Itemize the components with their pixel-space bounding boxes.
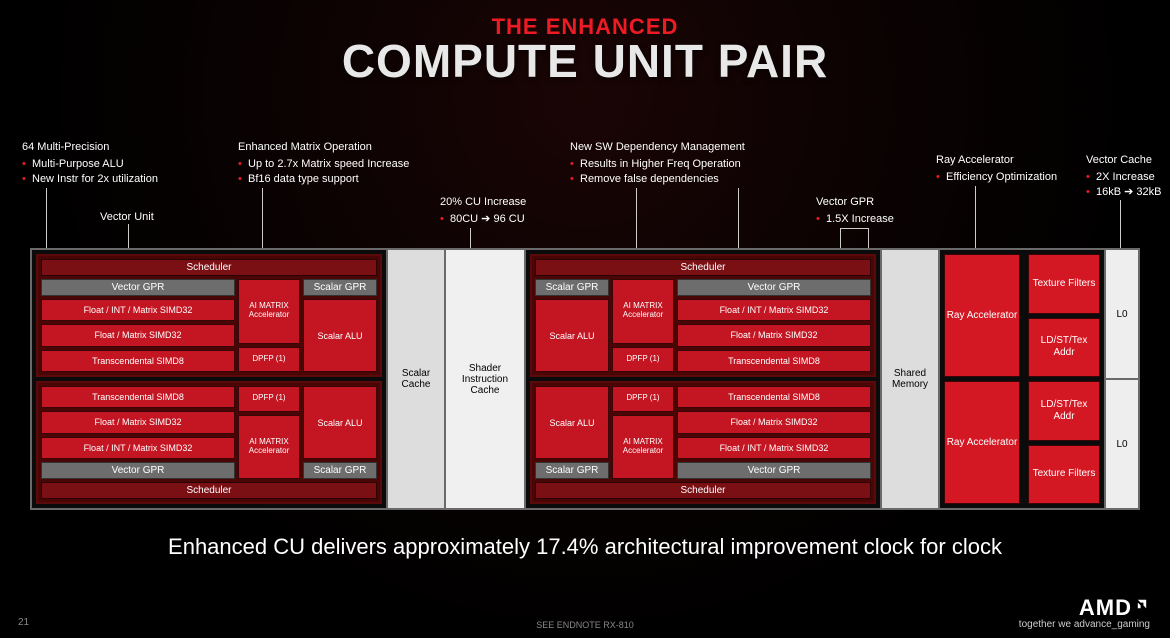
page-number: 21 [18,617,29,628]
ann-ray: Ray Accelerator Efficiency Optimization [936,153,1057,185]
dpfp: DPFP (1) [612,347,674,373]
amd-arrow-icon [1134,591,1150,605]
float-int-matrix: Float / INT / Matrix SIMD32 [677,437,871,459]
scalar-alu: Scalar ALU [535,299,609,372]
ann-matrix: Enhanced Matrix Operation Up to 2.7x Mat… [238,140,409,187]
title-line2: COMPUTE UNIT PAIR [0,38,1170,84]
shared-memory: Shared Memory [880,250,940,508]
cu-left-top: Scheduler Vector GPR Float / INT / Matri… [36,254,382,377]
dpfp: DPFP (1) [238,386,300,412]
l0-column: L0 L0 [1104,250,1138,508]
vector-gpr: Vector GPR [41,462,235,479]
ldst-tex-addr: LD/ST/Tex Addr [1028,381,1100,441]
float-matrix: Float / Matrix SIMD32 [677,324,871,346]
ray-accelerator: Ray Accelerator [944,254,1020,377]
dpfp: DPFP (1) [612,386,674,412]
float-int-matrix: Float / INT / Matrix SIMD32 [41,437,235,459]
footnote: SEE ENDNOTE RX-810 [0,620,1170,630]
ray-column: Ray Accelerator Ray Accelerator [940,250,1024,508]
scalar-alu: Scalar ALU [535,386,609,459]
transcendental: Transcendental SIMD8 [41,350,235,372]
texture-filters: Texture Filters [1028,445,1100,505]
transcendental: Transcendental SIMD8 [677,350,871,372]
ai-matrix: AI MATRIX Accelerator [612,279,674,344]
footer-text: Enhanced CU delivers approximately 17.4%… [0,534,1170,560]
l0-cache: L0 [1104,380,1138,508]
scalar-gpr: Scalar GPR [535,462,609,479]
scalar-gpr: Scalar GPR [535,279,609,296]
transcendental: Transcendental SIMD8 [41,386,235,408]
cu-right: Scheduler Scalar GPR Scalar ALU AI MATRI… [526,250,880,508]
transcendental: Transcendental SIMD8 [677,386,871,408]
scheduler-bar: Scheduler [41,259,377,276]
ray-accelerator: Ray Accelerator [944,381,1020,504]
ann-alu: 64 Multi-Precision Multi-Purpose ALUNew … [22,140,158,187]
float-matrix: Float / Matrix SIMD32 [41,411,235,433]
ann-sw: New SW Dependency Management Results in … [570,140,745,187]
scheduler-bar: Scheduler [535,259,871,276]
ai-matrix: AI MATRIX Accelerator [238,415,300,480]
cu-right-bottom: Scalar ALU Scalar GPR DPFP (1) AI MATRIX… [530,381,876,504]
ai-matrix: AI MATRIX Accelerator [612,415,674,480]
vector-gpr: Vector GPR [677,279,871,296]
shader-instruction-cache: Shader Instruction Cache [446,250,526,508]
float-matrix: Float / Matrix SIMD32 [677,411,871,433]
ann-vcache: Vector Cache 2X Increase16kB ➔ 32kB [1086,153,1161,200]
cu-left-bottom: Transcendental SIMD8 Float / Matrix SIMD… [36,381,382,504]
float-matrix: Float / Matrix SIMD32 [41,324,235,346]
texture-filters: Texture Filters [1028,254,1100,314]
ai-matrix: AI MATRIX Accelerator [238,279,300,344]
ldst-tex-addr: LD/ST/Tex Addr [1028,318,1100,378]
scalar-gpr: Scalar GPR [303,279,377,296]
diagram: Scheduler Vector GPR Float / INT / Matri… [30,248,1140,510]
logo: AMD together we advance_gaming [1019,595,1150,630]
ann-vgpr: Vector GPR 1.5X Increase [816,195,894,227]
scalar-cache: Scalar Cache [386,250,446,508]
ann-vector-unit: Vector Unit [100,210,154,225]
scalar-alu: Scalar ALU [303,386,377,459]
scheduler-bar: Scheduler [41,482,377,499]
ann-cu: 20% CU Increase 80CU ➔ 96 CU [440,195,526,227]
float-int-matrix: Float / INT / Matrix SIMD32 [41,299,235,321]
dpfp: DPFP (1) [238,347,300,373]
vector-gpr: Vector GPR [677,462,871,479]
scheduler-bar: Scheduler [535,482,871,499]
scalar-gpr: Scalar GPR [303,462,377,479]
cu-right-top: Scheduler Scalar GPR Scalar ALU AI MATRI… [530,254,876,377]
float-int-matrix: Float / INT / Matrix SIMD32 [677,299,871,321]
scalar-alu: Scalar ALU [303,299,377,372]
vector-gpr: Vector GPR [41,279,235,296]
title: THE ENHANCED COMPUTE UNIT PAIR [0,0,1170,84]
tex-column: Texture Filters LD/ST/Tex Addr LD/ST/Tex… [1024,250,1104,508]
l0-cache: L0 [1104,250,1138,380]
cu-left: Scheduler Vector GPR Float / INT / Matri… [32,250,386,508]
